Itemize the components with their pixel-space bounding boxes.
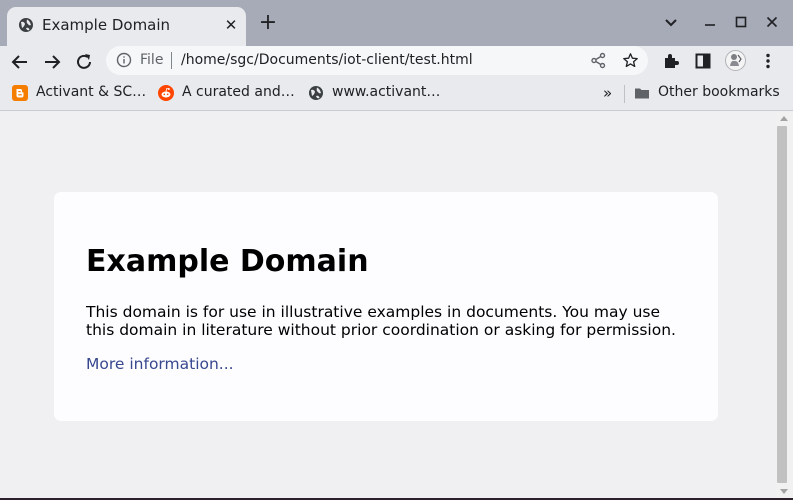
new-tab-button[interactable]: + (257, 12, 279, 34)
scroll-up-arrow-icon[interactable] (780, 116, 788, 121)
bookmark-label: Activant & SC… (36, 84, 147, 100)
extensions-icon[interactable] (661, 51, 681, 71)
bookmark-label: www.activant… (332, 84, 441, 100)
minimize-button[interactable] (700, 12, 720, 32)
toolbar: File /home/sgc/Documents/iot-client/test… (0, 46, 793, 76)
content-card: Example Domain This domain is for use in… (54, 192, 718, 421)
star-icon[interactable] (622, 52, 639, 69)
vertical-scrollbar[interactable] (776, 112, 793, 498)
address-bar[interactable]: File /home/sgc/Documents/iot-client/test… (106, 46, 648, 75)
other-bookmarks-folder[interactable]: Other bookmarks (634, 84, 784, 102)
bookmarks-overflow-button[interactable]: » (603, 84, 612, 102)
url-text[interactable]: /home/sgc/Documents/iot-client/test.html (181, 52, 473, 68)
bookmark-www-activant[interactable]: www.activant… (308, 84, 448, 102)
tab-example-domain[interactable]: Example Domain ✕ (7, 7, 246, 47)
reload-icon[interactable] (72, 50, 96, 74)
page-title: Example Domain (86, 244, 369, 279)
tab-close-icon[interactable]: ✕ (221, 15, 241, 35)
chevron-down-icon[interactable] (661, 12, 681, 32)
tab-title: Example Domain (42, 16, 171, 34)
bookmark-label: A curated and… (182, 84, 295, 100)
bookmark-activant-sc[interactable]: Activant & SC… (12, 84, 148, 102)
back-icon[interactable] (8, 50, 32, 74)
globe-icon (19, 18, 33, 32)
avatar[interactable] (725, 50, 746, 71)
bookmarks-bar: Activant & SC… A curated and… www.activa… (0, 76, 793, 111)
blogger-icon (12, 85, 28, 101)
tab-strip: Example Domain ✕ + (0, 0, 793, 47)
folder-icon (635, 88, 649, 99)
info-icon[interactable] (116, 52, 132, 68)
reddit-icon (158, 85, 174, 101)
scrollbar-thumb[interactable] (777, 126, 787, 483)
forward-icon[interactable] (40, 50, 64, 74)
scroll-down-arrow-icon[interactable] (780, 489, 788, 494)
close-window-button[interactable] (762, 12, 782, 32)
share-icon[interactable] (590, 52, 607, 69)
url-scheme: File (140, 52, 164, 68)
bookmark-curated[interactable]: A curated and… (158, 84, 298, 102)
other-bookmarks-label: Other bookmarks (658, 84, 780, 100)
more-menu-icon[interactable] (758, 51, 778, 71)
description-text: This domain is for use in illustrative e… (86, 303, 676, 339)
side-panel-icon[interactable] (693, 51, 713, 71)
globe-icon (309, 86, 323, 100)
page-viewport: Example Domain This domain is for use in… (0, 112, 776, 498)
more-information-link[interactable]: More information... (86, 355, 234, 373)
bookmarks-divider (624, 85, 625, 103)
maximize-button[interactable] (731, 12, 751, 32)
url-separator (171, 52, 172, 69)
